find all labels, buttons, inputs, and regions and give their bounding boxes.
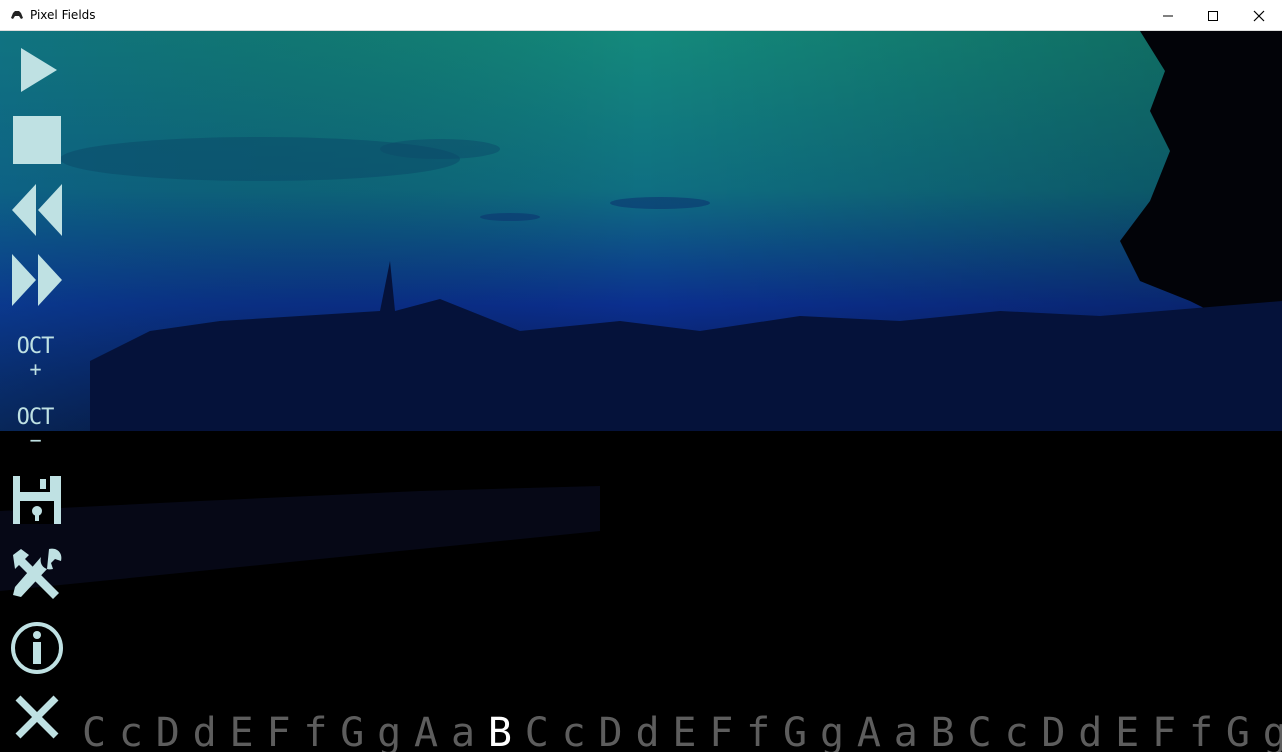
note-key[interactable]: d (1072, 711, 1108, 752)
fast-forward-button[interactable] (6, 249, 68, 311)
octave-up-label: OCT (16, 334, 55, 359)
note-key[interactable]: C (76, 711, 112, 752)
note-key[interactable]: G (777, 711, 813, 752)
note-key[interactable]: D (593, 711, 629, 752)
note-key[interactable]: F (261, 711, 297, 752)
stop-icon (13, 116, 61, 164)
octave-down-label: OCT (16, 405, 55, 430)
maximize-icon (1208, 10, 1218, 21)
note-key[interactable]: d (187, 711, 223, 752)
title-bar: Pixel Fields (0, 0, 1282, 31)
note-key[interactable]: a (888, 711, 924, 752)
tools-icon (13, 548, 62, 599)
note-key[interactable]: F (703, 711, 739, 752)
note-key[interactable]: d (630, 711, 666, 752)
play-icon (21, 48, 57, 92)
note-key[interactable]: f (740, 711, 776, 752)
canvas-viewport[interactable]: OCT + OCT − CcDdE F f G g A a B C c D d … (0, 31, 1282, 752)
note-key[interactable]: E (666, 711, 702, 752)
note-key[interactable]: C (519, 711, 555, 752)
save-button[interactable] (6, 473, 68, 527)
note-key[interactable]: E (224, 711, 260, 752)
note-key[interactable]: F (1146, 711, 1182, 752)
info-icon (11, 622, 63, 674)
note-key[interactable]: g (371, 711, 407, 752)
note-key[interactable]: A (851, 711, 887, 752)
note-key[interactable]: B (925, 711, 961, 752)
note-key[interactable]: A (408, 711, 444, 752)
close-icon (1253, 10, 1265, 21)
note-key[interactable]: G (1220, 711, 1256, 752)
floppy-disk-icon (13, 476, 61, 524)
fast-forward-icon (12, 254, 62, 306)
note-key[interactable]: c (999, 711, 1035, 752)
game-controller-icon (11, 11, 23, 19)
note-key[interactable]: C (962, 711, 998, 752)
close-x-icon (15, 695, 59, 739)
note-key[interactable]: f (297, 711, 333, 752)
note-key[interactable]: B (482, 711, 518, 752)
minimize-icon (1163, 15, 1173, 16)
rewind-icon (12, 184, 62, 236)
stop-button[interactable] (6, 111, 68, 169)
close-window-button[interactable] (1236, 0, 1282, 31)
note-key[interactable]: c (113, 711, 149, 752)
note-key[interactable]: g (814, 711, 850, 752)
waveform (1, 165, 1281, 601)
note-keyboard: CcDdEFfGgAaBCcDdEFfGgAaBCcDdEFfGg (76, 711, 1282, 752)
note-key[interactable]: G (334, 711, 370, 752)
note-key[interactable]: a (445, 711, 481, 752)
note-key[interactable]: c (556, 711, 592, 752)
note-key[interactable]: f (1183, 711, 1219, 752)
note-key[interactable]: E (1109, 711, 1145, 752)
octave-up-sign: + (29, 357, 41, 381)
note-key[interactable]: D (150, 711, 186, 752)
window-title: Pixel Fields (30, 8, 96, 22)
note-key[interactable]: D (1035, 711, 1071, 752)
octave-down-sign: − (29, 428, 41, 452)
rewind-button[interactable] (6, 179, 68, 241)
note-key[interactable]: g (1257, 711, 1282, 752)
maximize-button[interactable] (1190, 0, 1236, 31)
exit-button[interactable] (6, 689, 68, 745)
info-button[interactable] (6, 619, 68, 677)
octave-up-button[interactable]: OCT + (6, 336, 64, 386)
octave-down-button[interactable]: OCT − (6, 407, 64, 457)
settings-button[interactable] (6, 545, 68, 603)
play-button[interactable] (6, 41, 68, 99)
minimize-button[interactable] (1145, 0, 1191, 31)
